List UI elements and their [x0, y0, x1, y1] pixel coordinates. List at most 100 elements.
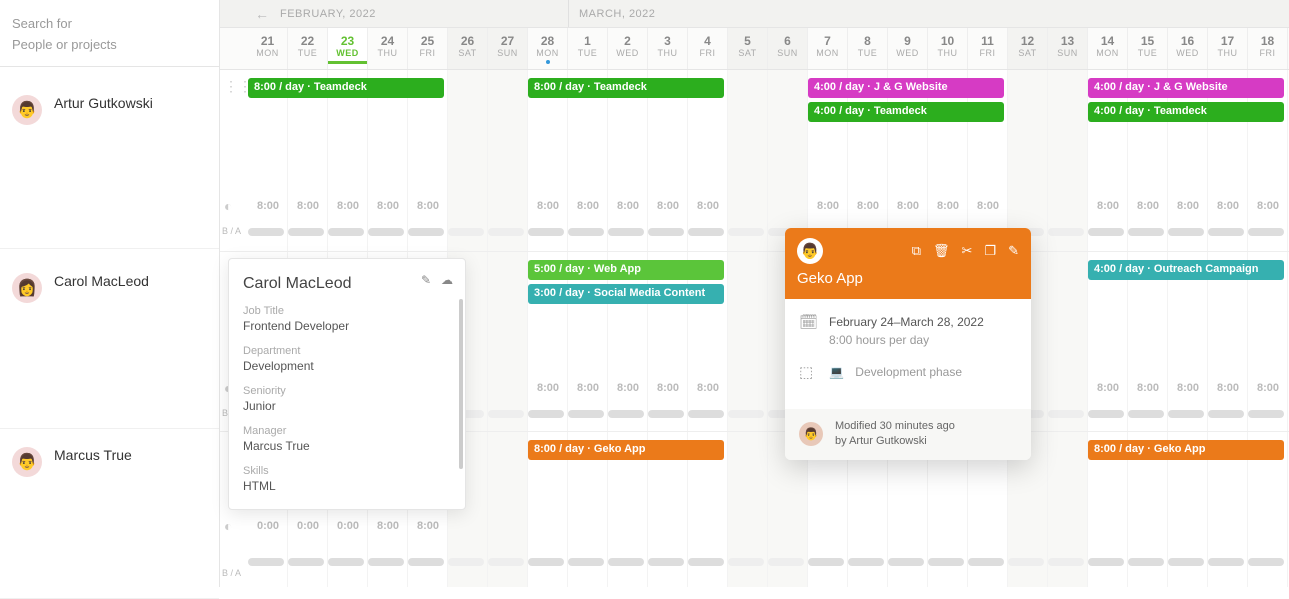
day-column[interactable]: 26SAT — [448, 28, 488, 69]
capacity-pill — [488, 558, 524, 566]
day-column[interactable]: 24THU — [368, 28, 408, 69]
day-column[interactable]: 22TUE — [288, 28, 328, 69]
capacity-pill — [1248, 558, 1284, 566]
booking-popover: 👨 ⧉ 🗑 ✂ ❐ ✎ Geko App 🗓 February 24–March… — [785, 228, 1031, 460]
resource-lane: ⋮⋮8:00 / day · Teamdeck8:00 / day · Team… — [220, 70, 1289, 252]
day-column[interactable]: 25FRI — [408, 28, 448, 69]
ba-label: B / A — [222, 226, 241, 236]
day-header: 21MON22TUE23WED24THU25FRI26SAT27SUN28MON… — [220, 28, 1289, 70]
booking-bar[interactable]: 8:00 / day · Teamdeck — [528, 78, 724, 98]
person-detail-card: Carol MacLeod ✎ ☁ Job TitleFrontend Deve… — [228, 258, 466, 510]
capacity-pill — [568, 410, 604, 418]
edit-booking-icon[interactable]: ✎ — [1008, 243, 1019, 259]
capacity-pill — [1128, 228, 1164, 236]
capacity-pill — [1088, 558, 1124, 566]
person-row[interactable]: 👨 Artur Gutkowski — [0, 67, 219, 249]
booking-bar[interactable]: 8:00 / day · Geko App — [1088, 440, 1284, 460]
capacity-pill — [288, 558, 324, 566]
detail-field-label: Seniority — [243, 385, 449, 397]
capacity-pill — [688, 558, 724, 566]
capacity-pill — [1208, 228, 1244, 236]
detail-field-value: HTML — [243, 479, 449, 493]
detail-field-label: Department — [243, 345, 449, 357]
capacity-pill — [608, 228, 644, 236]
booking-bar[interactable]: 4:00 / day · J & G Website — [808, 78, 1004, 98]
capacity-pill — [1208, 410, 1244, 418]
capacity-pill — [848, 558, 884, 566]
capacity-pill — [608, 558, 644, 566]
day-column[interactable]: 2WED — [608, 28, 648, 69]
day-column[interactable]: 5SAT — [728, 28, 768, 69]
booking-bar[interactable]: 3:00 / day · Social Media Content — [528, 284, 724, 304]
avatar: 👩 — [12, 273, 42, 303]
capacity-pill — [1048, 410, 1084, 418]
month-label-feb: FEBRUARY, 2022 — [276, 8, 376, 20]
detail-field-label: Manager — [243, 425, 449, 437]
modified-by: by Artur Gutkowski — [835, 434, 955, 449]
sidebar: Search for People or projects 👨 Artur Gut… — [0, 0, 220, 587]
day-column[interactable]: 12SAT — [1008, 28, 1048, 69]
person-name: Artur Gutkowski — [54, 95, 153, 111]
capacity-pill — [608, 410, 644, 418]
capacity-pill — [808, 558, 844, 566]
day-column[interactable]: 11FRI — [968, 28, 1008, 69]
search-label-1: Search for — [12, 16, 207, 31]
avatar: 👨 — [12, 95, 42, 125]
capacity-pill — [1128, 558, 1164, 566]
person-row[interactable]: 👩Carol MacLeod — [0, 249, 219, 429]
capacity-pill — [688, 410, 724, 418]
booking-bar[interactable]: 8:00 / day · Geko App — [528, 440, 724, 460]
day-column[interactable]: 8TUE — [848, 28, 888, 69]
ba-label: B / A — [222, 568, 241, 578]
day-column[interactable]: 3THU — [648, 28, 688, 69]
popover-phase: Development phase — [855, 365, 962, 379]
capacity-pill — [928, 558, 964, 566]
day-column[interactable]: 28MON — [528, 28, 568, 69]
booking-bar[interactable]: 5:00 / day · Web App — [528, 260, 724, 280]
search-label-2: People or projects — [12, 37, 207, 52]
capacity-pill — [288, 228, 324, 236]
day-column[interactable]: 1TUE — [568, 28, 608, 69]
popover-date-range: February 24–March 28, 2022 — [829, 313, 984, 331]
edit-icon[interactable]: ✎ — [421, 273, 431, 287]
day-column[interactable]: 13SUN — [1048, 28, 1088, 69]
day-column[interactable]: 9WED — [888, 28, 928, 69]
day-column[interactable]: 27SUN — [488, 28, 528, 69]
booking-bar[interactable]: 4:00 / day · Teamdeck — [808, 102, 1004, 122]
cloud-icon[interactable]: ☁ — [441, 273, 453, 287]
capacity-pill — [768, 558, 804, 566]
cut-icon[interactable]: ✂ — [962, 243, 973, 259]
day-column[interactable]: 14MON — [1088, 28, 1128, 69]
day-column[interactable]: 16WED — [1168, 28, 1208, 69]
capacity-pill — [1048, 228, 1084, 236]
detail-field-value: Junior — [243, 399, 449, 413]
day-column[interactable]: 10THU — [928, 28, 968, 69]
prev-month-button[interactable]: ← — [248, 6, 276, 22]
day-column[interactable]: 6SUN — [768, 28, 808, 69]
day-column[interactable]: 15TUE — [1128, 28, 1168, 69]
capacity-pill — [648, 558, 684, 566]
capacity-pill — [1088, 410, 1124, 418]
day-column[interactable]: 18FRI — [1248, 28, 1288, 69]
detail-field-label: Job Title — [243, 305, 449, 317]
scrollbar-thumb[interactable] — [459, 299, 463, 469]
copy-icon[interactable]: ⧉ — [912, 243, 921, 259]
person-name: Marcus True — [54, 447, 132, 463]
capacity-pill — [408, 228, 444, 236]
booking-bar[interactable]: 8:00 / day · Teamdeck — [248, 78, 444, 98]
booking-bar[interactable]: 4:00 / day · J & G Website — [1088, 78, 1284, 98]
day-column[interactable]: 7MON — [808, 28, 848, 69]
day-column[interactable]: 17THU — [1208, 28, 1248, 69]
day-column[interactable]: 4FRI — [688, 28, 728, 69]
delete-icon[interactable]: 🗑 — [933, 243, 950, 259]
day-column[interactable]: 21MON — [248, 28, 288, 69]
booking-bar[interactable]: 4:00 / day · Outreach Campaign — [1088, 260, 1284, 280]
search-input[interactable]: Search for People or projects — [0, 0, 219, 67]
duplicate-icon[interactable]: ❐ — [984, 243, 996, 259]
person-row[interactable]: 👨Marcus True — [0, 429, 219, 599]
month-label-mar: MARCH, 2022 — [569, 8, 655, 20]
capacity-pill — [888, 558, 924, 566]
booking-bar[interactable]: 4:00 / day · Teamdeck — [1088, 102, 1284, 122]
popover-hours: 8:00 hours per day — [829, 331, 984, 349]
day-column[interactable]: 23WED — [328, 28, 368, 69]
